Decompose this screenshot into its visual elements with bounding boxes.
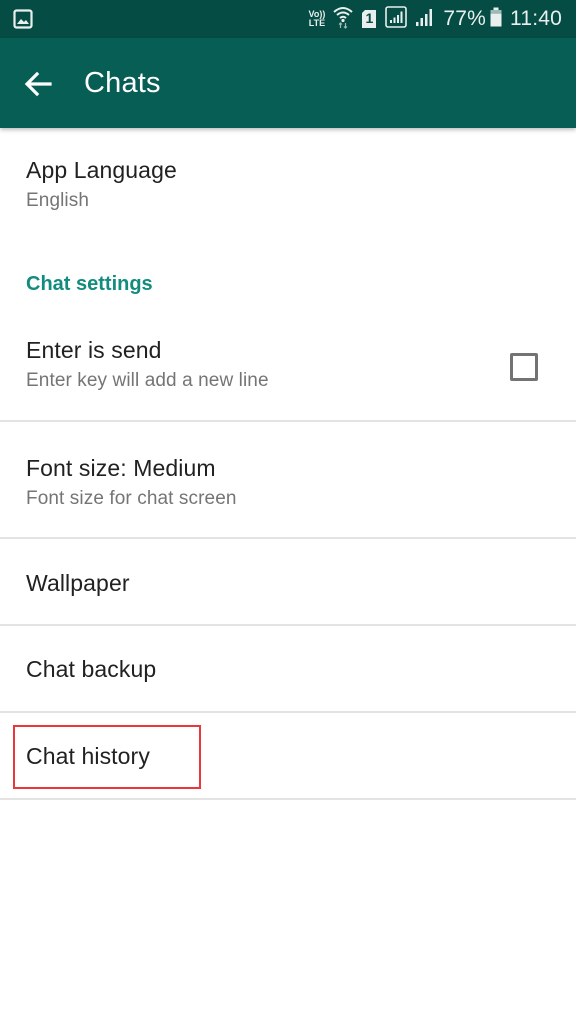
- pref-title: Enter is send: [26, 337, 162, 363]
- battery-icon: [490, 7, 502, 32]
- signal-sim2-icon: [415, 7, 435, 32]
- pref-wallpaper[interactable]: Wallpaper: [0, 539, 576, 624]
- pref-font-size[interactable]: Font size: Medium Font size for chat scr…: [0, 422, 576, 537]
- wifi-icon: [333, 5, 354, 34]
- section-header-chat-settings: Chat settings: [26, 273, 153, 295]
- gallery-notification-icon: [13, 9, 33, 34]
- signal-sim1-icon: [385, 5, 408, 33]
- enter-is-send-checkbox[interactable]: [510, 353, 538, 381]
- pref-title: Wallpaper: [26, 570, 130, 596]
- pref-title: Chat backup: [26, 656, 157, 682]
- pref-summary: Font size for chat screen: [26, 488, 237, 509]
- page-title: Chats: [84, 67, 161, 99]
- sim-slot-label: 1: [365, 10, 374, 26]
- volte-icon: Vo)) LTE: [309, 10, 326, 28]
- pref-title: Chat history: [26, 743, 150, 769]
- arrow-back-icon: [24, 71, 52, 97]
- pref-chat-backup[interactable]: Chat backup: [0, 626, 576, 711]
- pref-summary: Enter key will add a new line: [26, 370, 269, 391]
- sim-1-icon: 1: [361, 9, 377, 29]
- pref-app-language[interactable]: App Language English: [0, 128, 576, 248]
- clock: 11:40: [510, 7, 562, 30]
- pref-enter-is-send[interactable]: Enter is send Enter key will add a new l…: [0, 296, 576, 420]
- battery-percent: 77%: [443, 7, 486, 30]
- lte-label: LTE: [308, 18, 326, 28]
- pref-title: Font size: Medium: [26, 455, 216, 481]
- back-button[interactable]: [22, 68, 54, 100]
- settings-list: App Language English Chat settings Enter…: [0, 128, 576, 800]
- pref-summary: English: [26, 190, 90, 211]
- app-bar: Chats: [0, 38, 576, 128]
- divider: [0, 798, 576, 800]
- pref-title: App Language: [26, 157, 177, 183]
- pref-chat-history[interactable]: Chat history: [0, 713, 576, 798]
- status-bar: Vo)) LTE 1 77% 11:40: [0, 0, 576, 38]
